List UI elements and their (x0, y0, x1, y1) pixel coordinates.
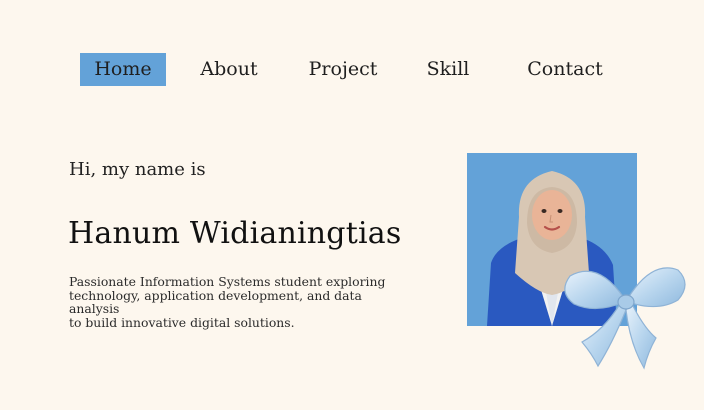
nav-contact[interactable]: Contact (525, 53, 605, 86)
nav-project[interactable]: Project (303, 53, 383, 86)
hero-bio: Passionate Information Systems student e… (69, 274, 386, 330)
hero-name: Hanum Widianingtias (68, 216, 402, 251)
nav-about[interactable]: About (190, 53, 268, 86)
portfolio-page: Home About Project Skill Contact Hi, my … (0, 0, 704, 410)
nav-home[interactable]: Home (80, 53, 166, 86)
hero-greeting: Hi, my name is (69, 159, 206, 180)
ribbon-bow-icon (560, 258, 690, 373)
nav-skill[interactable]: Skill (420, 53, 476, 86)
